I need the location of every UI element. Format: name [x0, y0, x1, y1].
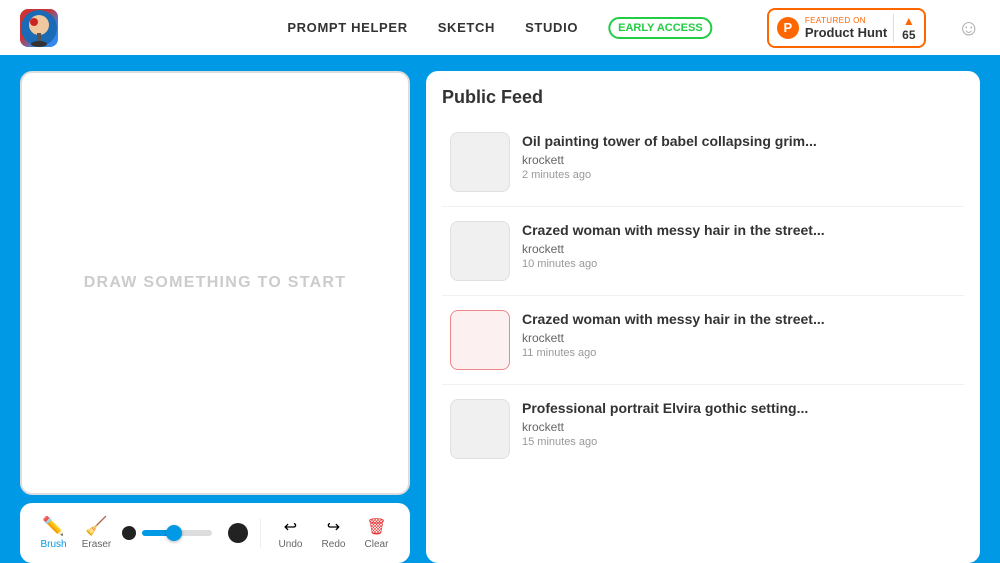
feed-item-time: 2 minutes ago: [522, 169, 956, 181]
feed-item-thumbnail: [450, 221, 510, 281]
nav-sketch[interactable]: SKETCH: [438, 20, 495, 35]
product-hunt-badge[interactable]: P FEATURED ON Product Hunt ▲ 65: [767, 8, 926, 48]
undo-button[interactable]: ↩ Undo: [273, 517, 308, 550]
clear-button[interactable]: 🗑 Clear: [359, 517, 394, 550]
feed-item[interactable]: Professional portrait Elvira gothic sett…: [442, 389, 964, 469]
redo-button[interactable]: ↪ Redo: [316, 517, 351, 550]
feed-item-username: krockett: [522, 420, 956, 434]
eraser-label: Eraser: [82, 539, 111, 550]
header: PROMPT HELPER SKETCH STUDIO EARLY ACCESS…: [0, 0, 1000, 55]
feed-item-username: krockett: [522, 242, 956, 256]
logo-area: [20, 9, 58, 47]
feed-item-title: Crazed woman with messy hair in the stre…: [522, 310, 956, 328]
feed-item-thumbnail: [450, 399, 510, 459]
feed-item-info: Crazed woman with messy hair in the stre…: [522, 221, 956, 270]
eraser-icon: 🧹: [85, 516, 107, 537]
feed-item[interactable]: Oil painting tower of babel collapsing g…: [442, 122, 964, 202]
left-panel: DRAW SOMETHING TO START ✏️ Brush 🧹 Erase…: [20, 71, 410, 563]
brush-icon: ✏️: [42, 516, 64, 537]
feed-divider: [442, 295, 964, 296]
redo-icon: ↪: [327, 517, 340, 537]
redo-label: Redo: [322, 539, 346, 550]
feed-item[interactable]: Crazed woman with messy hair in the stre…: [442, 300, 964, 380]
feed-item-title: Oil painting tower of babel collapsing g…: [522, 132, 956, 150]
color-dot-large[interactable]: [228, 523, 248, 543]
toolbar-divider: [260, 518, 261, 548]
user-avatar-icon[interactable]: ☺: [958, 15, 980, 41]
logo-icon: [20, 9, 58, 47]
feed-item[interactable]: Crazed woman with messy hair in the stre…: [442, 211, 964, 291]
clear-label: Clear: [365, 539, 389, 550]
canvas-placeholder: DRAW SOMETHING TO START: [84, 274, 347, 292]
feed-item-time: 10 minutes ago: [522, 258, 956, 270]
feed-divider: [442, 206, 964, 207]
product-hunt-arrow: ▲: [903, 14, 915, 28]
undo-icon: ↩: [284, 517, 297, 537]
clear-icon: 🗑: [366, 517, 386, 537]
drawing-toolbar: ✏️ Brush 🧹 Eraser ↩: [20, 503, 410, 563]
public-feed-panel: Public Feed Oil painting tower of babel …: [426, 71, 980, 563]
size-slider-track[interactable]: [142, 530, 212, 536]
feed-item-title: Crazed woman with messy hair in the stre…: [522, 221, 956, 239]
early-access-badge[interactable]: EARLY ACCESS: [608, 17, 713, 39]
feed-title: Public Feed: [442, 87, 964, 108]
brush-label: Brush: [40, 539, 66, 550]
feed-item-time: 15 minutes ago: [522, 436, 956, 448]
nav-prompt-helper[interactable]: PROMPT HELPER: [287, 20, 407, 35]
main-content: DRAW SOMETHING TO START ✏️ Brush 🧹 Erase…: [0, 55, 1000, 563]
undo-label: Undo: [279, 539, 303, 550]
feed-item-title: Professional portrait Elvira gothic sett…: [522, 399, 956, 417]
product-hunt-count: ▲ 65: [893, 14, 915, 42]
main-nav: PROMPT HELPER SKETCH STUDIO EARLY ACCESS: [287, 17, 712, 39]
feed-item-thumbnail: [450, 132, 510, 192]
product-hunt-featured-label: FEATURED ON: [805, 16, 887, 25]
feed-item-thumbnail: [450, 310, 510, 370]
nav-studio[interactable]: STUDIO: [525, 20, 578, 35]
feed-item-username: krockett: [522, 153, 956, 167]
product-hunt-icon: P: [777, 17, 799, 39]
product-hunt-name: Product Hunt: [805, 25, 887, 40]
size-slider-container: [142, 530, 222, 536]
drawing-canvas[interactable]: DRAW SOMETHING TO START: [20, 71, 410, 495]
feed-item-info: Crazed woman with messy hair in the stre…: [522, 310, 956, 359]
size-slider-thumb[interactable]: [166, 525, 182, 541]
feed-item-info: Oil painting tower of babel collapsing g…: [522, 132, 956, 181]
color-dot-small[interactable]: [122, 526, 136, 540]
feed-item-info: Professional portrait Elvira gothic sett…: [522, 399, 956, 448]
feed-divider: [442, 384, 964, 385]
eraser-tool[interactable]: 🧹 Eraser: [79, 516, 114, 550]
product-hunt-text: FEATURED ON Product Hunt: [805, 16, 887, 40]
product-hunt-number: 65: [902, 28, 915, 42]
feed-item-time: 11 minutes ago: [522, 347, 956, 359]
brush-tool[interactable]: ✏️ Brush: [36, 516, 71, 550]
feed-item-username: krockett: [522, 331, 956, 345]
